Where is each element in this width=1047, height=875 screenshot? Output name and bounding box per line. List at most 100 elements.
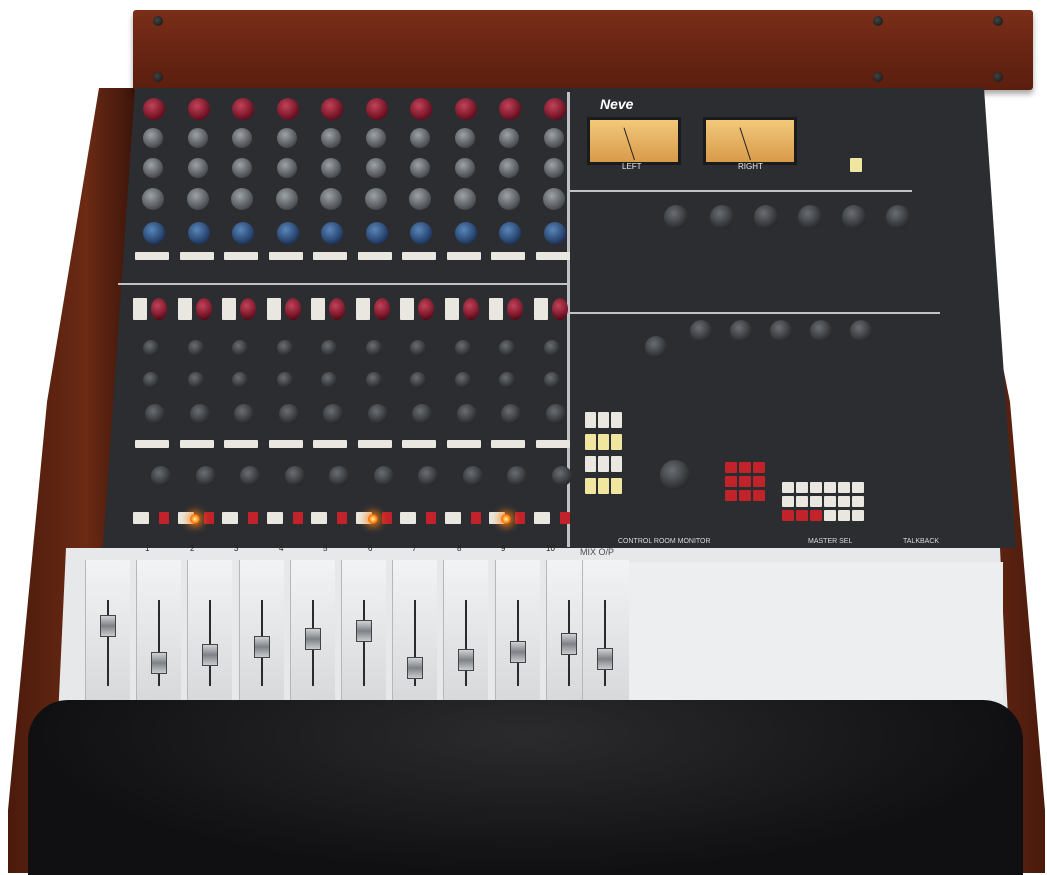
eq-knob[interactable] [455, 128, 475, 148]
cut-button[interactable] [739, 462, 751, 473]
master-select-button[interactable] [782, 496, 794, 507]
aux-master-knob[interactable] [664, 205, 688, 229]
eq-freq-knob[interactable] [277, 222, 299, 244]
eq-knob[interactable] [544, 158, 564, 178]
eq-freq-knob[interactable] [366, 222, 388, 244]
aux-master-knob[interactable] [710, 205, 734, 229]
pan-knob[interactable] [457, 404, 477, 424]
solo-button[interactable] [400, 512, 416, 524]
aux-knob[interactable] [366, 340, 382, 356]
line-mic-button[interactable] [445, 298, 459, 320]
eq-knob[interactable] [499, 158, 519, 178]
eq-knob[interactable] [277, 128, 297, 148]
master-select-button[interactable] [838, 510, 850, 521]
gain-knob[interactable] [232, 98, 254, 120]
pan-knob[interactable] [145, 404, 165, 424]
monitor-knob[interactable] [645, 336, 667, 358]
pan-knob[interactable] [190, 404, 210, 424]
aux-knob[interactable] [321, 340, 337, 356]
eq-in-button[interactable] [358, 252, 392, 260]
solo-button[interactable] [311, 512, 327, 524]
route-button[interactable] [135, 440, 169, 448]
eq-freq-knob[interactable] [143, 222, 165, 244]
aux-knob[interactable] [232, 372, 248, 388]
eq-in-button[interactable] [402, 252, 436, 260]
eq-knob[interactable] [409, 188, 431, 210]
mute-button[interactable] [560, 512, 570, 524]
eq-knob[interactable] [187, 188, 209, 210]
master-select-button[interactable] [852, 496, 864, 507]
aux-master-knob[interactable] [798, 205, 822, 229]
aux-knob[interactable] [544, 372, 560, 388]
solo-button[interactable] [133, 512, 149, 524]
eq-knob[interactable] [544, 128, 564, 148]
eq-in-button[interactable] [180, 252, 214, 260]
line-mic-button[interactable] [356, 298, 370, 320]
insert-knob[interactable] [329, 466, 349, 486]
eq-in-button[interactable] [313, 252, 347, 260]
aux-knob[interactable] [321, 372, 337, 388]
eq-freq-knob[interactable] [410, 222, 432, 244]
master-select-button[interactable] [810, 496, 822, 507]
eq-knob[interactable] [366, 128, 386, 148]
mute-button[interactable] [515, 512, 525, 524]
eq-knob[interactable] [543, 188, 565, 210]
insert-knob[interactable] [374, 466, 394, 486]
selector-button[interactable] [598, 412, 609, 428]
line-mic-button[interactable] [133, 298, 147, 320]
mode-button[interactable] [850, 158, 862, 172]
aux-knob[interactable] [143, 340, 159, 356]
mute-button[interactable] [382, 512, 392, 524]
aux-knob[interactable] [455, 340, 471, 356]
eq-knob[interactable] [366, 158, 386, 178]
eq-in-button[interactable] [536, 252, 570, 260]
eq-freq-knob[interactable] [455, 222, 477, 244]
cut-button[interactable] [753, 476, 765, 487]
aux-knob[interactable] [188, 340, 204, 356]
selector-button[interactable] [598, 434, 609, 450]
master-select-button[interactable] [852, 510, 864, 521]
gain-knob[interactable] [321, 98, 343, 120]
solo-button[interactable] [222, 512, 238, 524]
selector-button[interactable] [585, 434, 596, 450]
eq-knob[interactable] [410, 158, 430, 178]
insert-knob[interactable] [463, 466, 483, 486]
channel-fader[interactable] [458, 649, 474, 671]
line-mic-button[interactable] [178, 298, 192, 320]
insert-knob[interactable] [240, 466, 260, 486]
pan-knob[interactable] [279, 404, 299, 424]
aux-knob[interactable] [410, 340, 426, 356]
route-button[interactable] [269, 440, 303, 448]
master-select-button[interactable] [852, 482, 864, 493]
eq-knob[interactable] [321, 158, 341, 178]
cut-button[interactable] [753, 490, 765, 501]
line-mic-button[interactable] [534, 298, 548, 320]
eq-knob[interactable] [454, 188, 476, 210]
master-select-button[interactable] [782, 482, 794, 493]
channel-fader[interactable] [202, 644, 218, 666]
pan-knob[interactable] [546, 404, 566, 424]
master-select-button[interactable] [796, 496, 808, 507]
eq-knob[interactable] [498, 188, 520, 210]
selector-button[interactable] [611, 434, 622, 450]
route-button[interactable] [358, 440, 392, 448]
channel-fader[interactable] [151, 652, 167, 674]
eq-knob[interactable] [231, 188, 253, 210]
aux-send-knob[interactable] [418, 298, 434, 320]
channel-fader[interactable] [305, 628, 321, 650]
insert-knob[interactable] [552, 466, 572, 486]
channel-fader[interactable] [407, 657, 423, 679]
route-button[interactable] [536, 440, 570, 448]
eq-knob[interactable] [188, 128, 208, 148]
mute-button[interactable] [426, 512, 436, 524]
aux-knob[interactable] [188, 372, 204, 388]
line-mic-button[interactable] [311, 298, 325, 320]
insert-knob[interactable] [151, 466, 171, 486]
eq-in-button[interactable] [447, 252, 481, 260]
selector-button[interactable] [611, 456, 622, 472]
eq-in-button[interactable] [491, 252, 525, 260]
aux-send-knob[interactable] [240, 298, 256, 320]
selector-button[interactable] [585, 412, 596, 428]
monitor-knob[interactable] [770, 320, 792, 342]
eq-in-button[interactable] [224, 252, 258, 260]
